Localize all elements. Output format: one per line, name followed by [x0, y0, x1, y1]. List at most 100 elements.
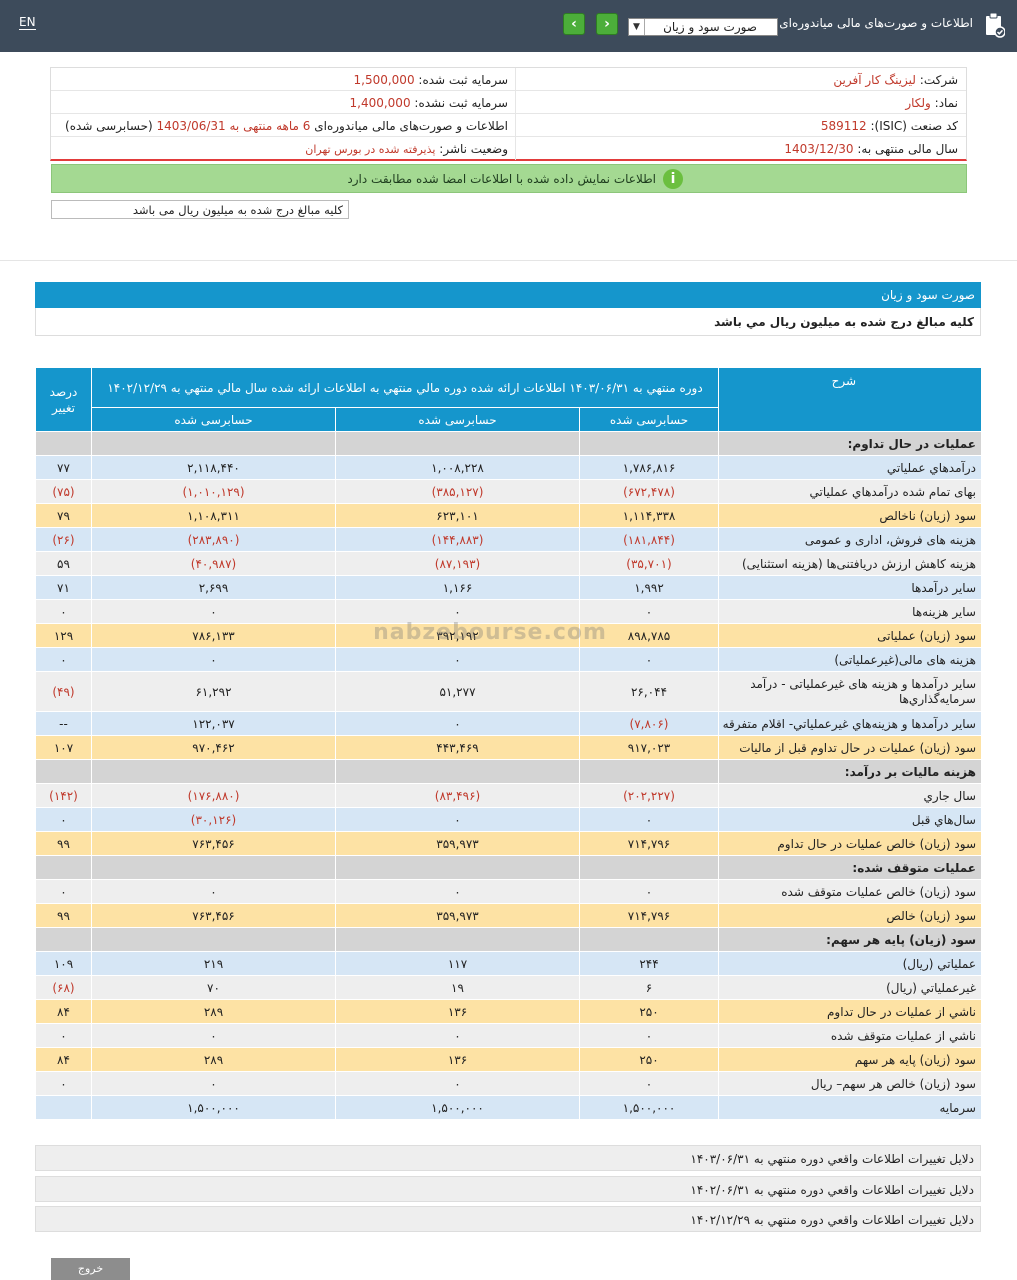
- fiscal-year-field: سال مالی منتهی به: 1403/12/30: [784, 142, 958, 156]
- prior-period-cell: [335, 759, 580, 784]
- year-cell: ۲۸۹: [91, 1047, 336, 1072]
- period-label: اطلاعات و صورت‌های مالی میاندوره‌ای: [314, 119, 508, 133]
- info-icon: i: [663, 169, 683, 189]
- table-row: ۹۹ ۷۶۳,۴۵۶ ۳۵۹,۹۷۳ ۷۱۴,۷۹۶ سود (زيان) خالص ع…: [35, 831, 982, 856]
- year-cell: ۲۸۹: [91, 999, 336, 1024]
- table-row: -- ۱۲۲,۰۳۷ ۰ (۷,۸۰۶) ساير درآمدها و هزينه‌ها…: [35, 711, 982, 736]
- prior-period-cell: ۶۲۳,۱۰۱: [335, 503, 580, 528]
- current-period-cell: ۰: [579, 1071, 719, 1096]
- income-statement-table: درصد تغيير دوره منتهي به ۱۴۰۳/۰۶/۳۱ اطلا…: [35, 367, 982, 1120]
- change-reason-label: دلايل تغييرات اطلاعات واقعي دوره منتهي ب…: [690, 1152, 974, 1166]
- change-reason-link[interactable]: دلايل تغييرات اطلاعات واقعي دوره منتهي ب…: [35, 1176, 981, 1202]
- year-cell: (۱,۰۱۰,۱۲۹): [91, 479, 336, 504]
- year-cell: ۲,۶۹۹: [91, 575, 336, 600]
- unit-note-box: کلیه مبالغ درج شده به میلیون ریال می باش…: [51, 200, 349, 219]
- year-cell: ۷۸۶,۱۳۳: [91, 623, 336, 648]
- table-row: ۸۴ ۲۸۹ ۱۳۶ ۲۵۰ سود (زيان) پايه هر سهم: [35, 1047, 982, 1072]
- chevron-left-icon: ‹: [571, 16, 577, 32]
- info-row: نماد: ولكار سرمایه ثبت نشده: 1,400,000: [51, 91, 966, 114]
- pct-cell: [35, 759, 92, 784]
- company-value: ليزينگ كار آفرين: [833, 73, 916, 87]
- table-row: ۰ ۰ ۰ ۰ سود (زيان) خالص عمليات متوقف شده: [35, 879, 982, 904]
- top-bar: EN ‹ › ▼ صورت سود و زيان اطلاعات و صورت‌…: [0, 0, 1017, 52]
- year-cell: [91, 855, 336, 880]
- prev-button[interactable]: ‹: [563, 13, 585, 35]
- section-subheader: كليه مبالغ درج شده به ميليون ريال مي باش…: [35, 308, 981, 336]
- table-row: ۷۷ ۲,۱۱۸,۴۴۰ ۱,۰۰۸,۲۲۸ ۱,۷۸۶,۸۱۶ درآمدهاي عم…: [35, 455, 982, 480]
- desc-cell: عملياتي (ريال): [718, 951, 982, 976]
- desc-cell: هزينه هاى فروش، ادارى و عمومى: [718, 527, 982, 552]
- pct-cell: (۲۶): [35, 527, 92, 552]
- pct-cell: ۰: [35, 807, 92, 832]
- unreg-capital-value: 1,400,000: [349, 96, 411, 110]
- table-row: ۰ (۳۰,۱۲۶) ۰ ۰ سال‌هاي قبل: [35, 807, 982, 832]
- table-row: عمليات در حال تداوم:: [35, 431, 982, 456]
- current-period-cell: ۸۹۸,۷۸۵: [579, 623, 719, 648]
- year-cell: (۱۷۶,۸۸۰): [91, 783, 336, 808]
- language-switch-link[interactable]: EN: [19, 15, 36, 30]
- publisher-label: وضعیت ناشر:: [439, 142, 508, 156]
- audit-status-2: حسابرسی شده: [335, 407, 580, 432]
- current-period-cell: [579, 431, 719, 456]
- col-header-pct: درصد تغيير: [35, 367, 92, 432]
- prior-period-cell: ۱,۱۶۶: [335, 575, 580, 600]
- report-type-select[interactable]: ▼ صورت سود و زيان: [628, 18, 778, 36]
- table-row: سود (زيان) پايه هر سهم:: [35, 927, 982, 952]
- pct-cell: ۰: [35, 879, 92, 904]
- unit-note: کلیه مبالغ درج شده به میلیون ریال می باش…: [132, 203, 343, 217]
- change-reason-link[interactable]: دلايل تغييرات اطلاعات واقعي دوره منتهي ب…: [35, 1206, 981, 1232]
- table-row: ۵۹ (۴۰,۹۸۷) (۸۷,۱۹۳) (۳۵,۷۰۱) هزینه کاهش ارز…: [35, 551, 982, 576]
- current-period-cell: [579, 855, 719, 880]
- pct-cell: ۵۹: [35, 551, 92, 576]
- fiscal-label: سال مالی منتهی به:: [857, 142, 958, 156]
- year-cell: ۰: [91, 647, 336, 672]
- change-reason-link[interactable]: دلايل تغييرات اطلاعات واقعي دوره منتهي ب…: [35, 1145, 981, 1171]
- prior-period-cell: (۳۸۵,۱۲۷): [335, 479, 580, 504]
- prior-period-cell: ۱۹: [335, 975, 580, 1000]
- pct-cell: ۱۲۹: [35, 623, 92, 648]
- chevron-down-icon: ▼: [629, 19, 645, 35]
- year-cell: ۱۲۲,۰۳۷: [91, 711, 336, 736]
- pct-cell: ۹۹: [35, 903, 92, 928]
- current-period-cell: ۲۶,۰۴۴: [579, 671, 719, 712]
- prior-period-cell: (۱۴۴,۸۸۳): [335, 527, 580, 552]
- pct-cell: (۷۵): [35, 479, 92, 504]
- desc-cell: عمليات در حال تداوم:: [718, 431, 982, 456]
- isic-label: کد صنعت (ISIC):: [870, 119, 958, 133]
- prior-period-cell: [335, 855, 580, 880]
- pct-cell: ۰: [35, 647, 92, 672]
- pct-cell: --: [35, 711, 92, 736]
- table-row: ۰ ۰ ۰ ۰ هزينه هاى مالى(غيرعملياتى): [35, 647, 982, 672]
- year-cell: ۷۶۳,۴۵۶: [91, 903, 336, 928]
- desc-cell: درآمدهاي عملياتي: [718, 455, 982, 480]
- prior-period-cell: ۰: [335, 1071, 580, 1096]
- year-cell: [91, 927, 336, 952]
- table-row: ۷۱ ۲,۶۹۹ ۱,۱۶۶ ۱,۹۹۲ ساير درآمدها: [35, 575, 982, 600]
- period-months: 6 ماهه منتهی به: [229, 119, 311, 133]
- current-period-cell: [579, 927, 719, 952]
- table-row: (۱۴۲) (۱۷۶,۸۸۰) (۸۳,۴۹۶) (۲۰۲,۲۲۷) سال جاري: [35, 783, 982, 808]
- desc-cell: ساير درآمدها: [718, 575, 982, 600]
- verification-banner: i اطلاعات نمایش داده شده با اطلاعات امضا…: [51, 164, 967, 193]
- current-period-cell: ۰: [579, 1023, 719, 1048]
- next-button[interactable]: ›: [596, 13, 618, 35]
- current-period-cell: ۱,۷۸۶,۸۱۶: [579, 455, 719, 480]
- year-cell: ۰: [91, 1023, 336, 1048]
- desc-cell: ساير درآمدها و هزينه‌هاي غيرعملياتي- اقل…: [718, 711, 982, 736]
- desc-cell: هزينه ماليات بر درآمد:: [718, 759, 982, 784]
- year-cell: ۰: [91, 879, 336, 904]
- exit-button[interactable]: خروج: [51, 1258, 130, 1280]
- desc-cell: بهاى تمام شده درآمدهاي عملياتي: [718, 479, 982, 504]
- year-cell: ۰: [91, 599, 336, 624]
- year-cell: (۴۰,۹۸۷): [91, 551, 336, 576]
- page-title: اطلاعات و صورت‌های مالی میاندوره‌ای: [779, 16, 973, 30]
- current-period-cell: ۷۱۴,۷۹۶: [579, 831, 719, 856]
- pct-cell: ۹۹: [35, 831, 92, 856]
- pct-cell: ۰: [35, 1023, 92, 1048]
- desc-cell: ساير درآمدها و هزينه هاى غيرعملياتى - در…: [718, 671, 982, 712]
- current-period-cell: ۲۴۴: [579, 951, 719, 976]
- unreg-capital-label: سرمایه ثبت نشده:: [414, 96, 508, 110]
- current-period-cell: (۶۷۲,۴۷۸): [579, 479, 719, 504]
- current-period-cell: (۱۸۱,۸۴۴): [579, 527, 719, 552]
- publisher-value: پذیرفته شده در بورس تهران: [305, 143, 436, 156]
